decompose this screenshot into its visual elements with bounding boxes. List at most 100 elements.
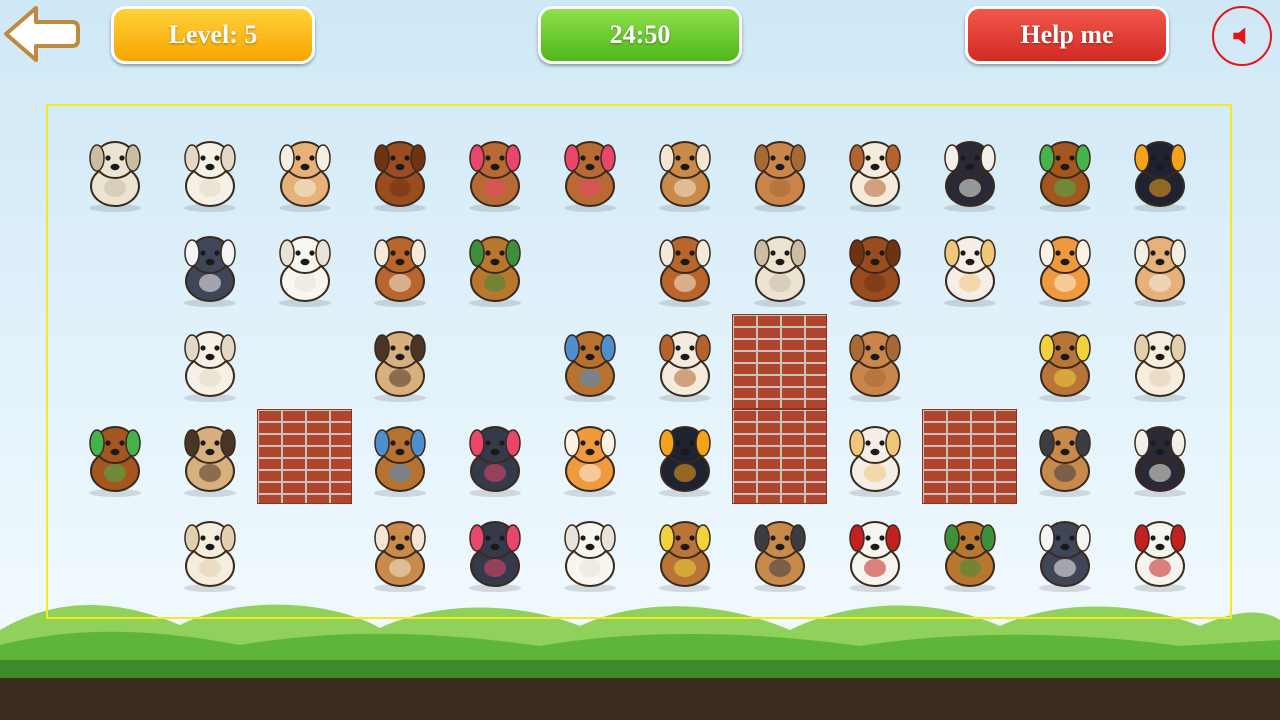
white-fluffy-dog-icon <box>563 520 616 592</box>
tile-dachshund-hula[interactable] <box>67 409 162 504</box>
back-button[interactable] <box>2 4 80 64</box>
bulldog-dog-icon <box>658 140 711 212</box>
saint-bernard-dog-icon <box>658 235 711 307</box>
tile-grinning-bulldog[interactable] <box>637 314 732 409</box>
tile-weightlifter[interactable] <box>732 504 827 599</box>
saint-bernard-dog-icon <box>373 235 426 307</box>
flying-hound-dog-icon <box>943 520 996 592</box>
timer-display: 24:50 <box>538 6 742 64</box>
corgi-pair-dog-icon <box>563 425 616 497</box>
tile-chihuahua-bone[interactable] <box>257 124 352 219</box>
black-poodle-dog-icon <box>468 425 521 497</box>
cavalier-pink-bow-dog-icon <box>563 140 616 212</box>
chihuahua-martini-dog-icon <box>848 425 901 497</box>
chihuahua-bone-dog-icon <box>1133 235 1186 307</box>
dachshund-hula-dog-icon <box>1038 140 1091 212</box>
brown-poodle-dog-icon <box>848 235 901 307</box>
boston-terrier-tophat-dog-icon <box>943 140 996 212</box>
tile-cavalier-pink-bow[interactable] <box>542 124 637 219</box>
tile-bulldog[interactable] <box>352 504 447 599</box>
tile-maltese[interactable] <box>162 314 257 409</box>
tile-komondor[interactable] <box>732 219 827 314</box>
tile-saint-bernard[interactable] <box>352 219 447 314</box>
chihuahua-bone-dog-icon <box>278 140 331 212</box>
grinning-bulldog-dog-icon <box>848 140 901 212</box>
tile-flying-hound[interactable] <box>922 504 1017 599</box>
chihuahua-martini-dog-icon <box>943 235 996 307</box>
weightlifter-dog-icon <box>753 520 806 592</box>
tile-white-fluffy[interactable] <box>542 504 637 599</box>
husky-hat-dog-icon <box>183 235 236 307</box>
tile-komondor[interactable] <box>67 124 162 219</box>
maltese-dog-icon <box>183 140 236 212</box>
tile-white-fluffy[interactable] <box>257 219 352 314</box>
tile-scottie-ball[interactable] <box>1112 124 1207 219</box>
tile-chihuahua-martini[interactable] <box>827 409 922 504</box>
brick-wall-block <box>922 409 1017 504</box>
sound-toggle-button[interactable] <box>1212 6 1272 66</box>
pug-dog-icon <box>183 425 236 497</box>
tile-dancing[interactable] <box>542 314 637 409</box>
tile-pug[interactable] <box>162 409 257 504</box>
tile-scottie-ball[interactable] <box>637 409 732 504</box>
tile-boston-terrier-tophat[interactable] <box>1112 409 1207 504</box>
tile-lab-puppy[interactable] <box>162 504 257 599</box>
game-board <box>46 104 1232 619</box>
tile-chihuahua-martini[interactable] <box>922 219 1017 314</box>
brick-wall-block <box>732 409 827 504</box>
tile-pug[interactable] <box>352 314 447 409</box>
husky-hat-dog-icon <box>1038 520 1091 592</box>
tile-shar-pei[interactable] <box>732 124 827 219</box>
tile-husky-hat[interactable] <box>1017 504 1112 599</box>
tile-corgi-pair[interactable] <box>542 409 637 504</box>
brown-poodle-dog-icon <box>373 140 426 212</box>
flying-hound-dog-icon <box>468 235 521 307</box>
brick-wall-block <box>732 314 827 409</box>
help-me-label: Help me <box>1020 20 1114 49</box>
tile-black-poodle[interactable] <box>447 504 542 599</box>
help-me-button[interactable]: Help me <box>965 6 1169 64</box>
dancing-dog-icon <box>373 425 426 497</box>
speaker-icon <box>1233 27 1246 45</box>
tile-dachshund-hula[interactable] <box>1017 124 1112 219</box>
tile-shar-pei[interactable] <box>827 314 922 409</box>
tile-basset-party[interactable] <box>637 504 732 599</box>
komondor-dog-icon <box>753 235 806 307</box>
tile-brown-poodle[interactable] <box>352 124 447 219</box>
tile-lab-puppy[interactable] <box>1112 314 1207 409</box>
shar-pei-dog-icon <box>753 140 806 212</box>
tile-maltese[interactable] <box>162 124 257 219</box>
back-arrow-icon <box>4 6 80 62</box>
tile-weightlifter[interactable] <box>1017 409 1112 504</box>
tile-cavalier-pink-bow[interactable] <box>447 124 542 219</box>
tile-boston-terrier-tophat[interactable] <box>922 124 1017 219</box>
tile-brown-poodle[interactable] <box>827 219 922 314</box>
brick-wall-block <box>257 409 352 504</box>
dalmatian-king-dog-icon <box>848 520 901 592</box>
level-indicator: Level: 5 <box>111 6 315 64</box>
white-fluffy-dog-icon <box>278 235 331 307</box>
komondor-dog-icon <box>88 140 141 212</box>
tile-grinning-bulldog[interactable] <box>827 124 922 219</box>
shar-pei-dog-icon <box>848 330 901 402</box>
tile-corgi-pair[interactable] <box>1017 219 1112 314</box>
scottie-ball-dog-icon <box>658 425 711 497</box>
tile-bulldog[interactable] <box>637 124 732 219</box>
tile-dancing[interactable] <box>352 409 447 504</box>
basset-party-dog-icon <box>1038 330 1091 402</box>
tile-basset-party[interactable] <box>1017 314 1112 409</box>
cavalier-pink-bow-dog-icon <box>468 140 521 212</box>
black-poodle-dog-icon <box>468 520 521 592</box>
tile-saint-bernard[interactable] <box>637 219 732 314</box>
tile-dalmatian-king[interactable] <box>827 504 922 599</box>
level-label: Level: 5 <box>168 20 258 49</box>
tile-husky-hat[interactable] <box>162 219 257 314</box>
tile-black-poodle[interactable] <box>447 409 542 504</box>
tile-dalmatian-king[interactable] <box>1112 504 1207 599</box>
tile-chihuahua-bone[interactable] <box>1112 219 1207 314</box>
grinning-bulldog-dog-icon <box>658 330 711 402</box>
lab-puppy-dog-icon <box>183 520 236 592</box>
timer-value: 24:50 <box>609 20 671 49</box>
tile-flying-hound[interactable] <box>447 219 542 314</box>
boston-terrier-tophat-dog-icon <box>1133 425 1186 497</box>
